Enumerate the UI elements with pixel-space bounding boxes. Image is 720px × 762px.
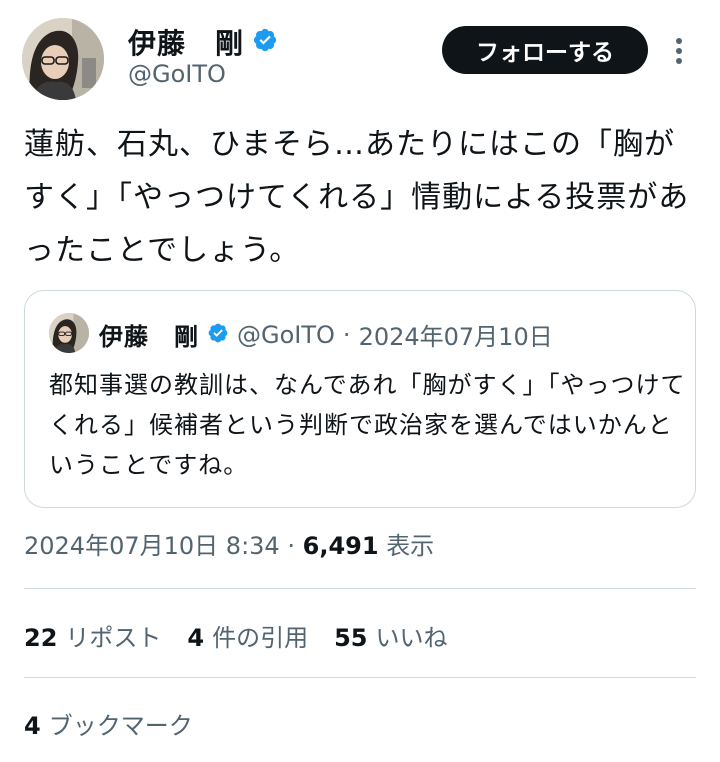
views-count: 6,491	[302, 532, 379, 560]
avatar-photo	[49, 313, 89, 353]
meta-separator: ·	[287, 532, 295, 560]
quoted-author-avatar	[49, 313, 89, 353]
quoted-tweet-header: 伊藤 剛 @GoITO · 2024年07月10日	[99, 317, 553, 352]
tweet-text: 蓮舫、石丸、ひまそら…あたりにはこの「胸がすく」「やっつけてくれる」情動による投…	[24, 127, 690, 268]
author-name-row: 伊藤 剛	[128, 22, 278, 62]
views-label: 表示	[386, 532, 435, 560]
bookmarks-label: ブックマーク	[48, 712, 193, 740]
divider	[24, 588, 696, 589]
quoted-author-name: 伊藤 剛	[99, 323, 199, 351]
author-handle[interactable]: @GoITO	[128, 60, 226, 88]
likes-count: 55	[334, 624, 368, 652]
post-meta: 2024年07月10日 8:34 · 6,491 表示	[24, 526, 434, 561]
meta-separator: ·	[342, 320, 351, 349]
quotes-stat[interactable]: 4 件の引用	[187, 618, 308, 653]
verified-badge-icon	[207, 322, 229, 348]
quoted-tweet-card[interactable]: 伊藤 剛 @GoITO · 2024年07月10日 都知事選の教訓は、なんであれ…	[24, 290, 696, 508]
bookmarks-count: 4	[24, 712, 41, 740]
quoted-tweet-text: 都知事選の教訓は、なんであれ「胸がすく」「やっつけてくれる」候補者という判断で政…	[49, 371, 686, 479]
likes-label: いいね	[375, 624, 448, 652]
avatar-photo	[22, 18, 104, 100]
quoted-tweet-date: 2024年07月10日	[358, 323, 553, 351]
author-display-name[interactable]: 伊藤 剛	[128, 22, 244, 62]
quotes-count: 4	[187, 624, 205, 652]
reposts-count: 22	[24, 624, 58, 652]
reposts-label: リポスト	[65, 624, 162, 652]
tweet-detail: 伊藤 剛 @GoITO フォローする 蓮舫、石丸、ひまそら…あたりにはこの「胸が…	[0, 0, 720, 762]
divider	[24, 677, 696, 678]
post-time[interactable]: 8:34	[226, 532, 280, 560]
author-avatar[interactable]	[22, 18, 104, 100]
quoted-author-handle: @GoITO	[237, 320, 335, 349]
likes-stat[interactable]: 55 いいね	[334, 618, 447, 653]
verified-badge-icon	[252, 27, 278, 57]
post-date[interactable]: 2024年07月10日	[24, 532, 218, 560]
more-vertical-icon[interactable]	[664, 34, 694, 68]
quotes-label: 件の引用	[212, 624, 309, 652]
follow-button[interactable]: フォローする	[442, 26, 648, 74]
bookmarks-stat[interactable]: 4 ブックマーク	[24, 706, 193, 741]
reposts-stat[interactable]: 22 リポスト	[24, 618, 161, 653]
engagement-stats: 22 リポスト 4 件の引用 55 いいね	[24, 618, 448, 653]
